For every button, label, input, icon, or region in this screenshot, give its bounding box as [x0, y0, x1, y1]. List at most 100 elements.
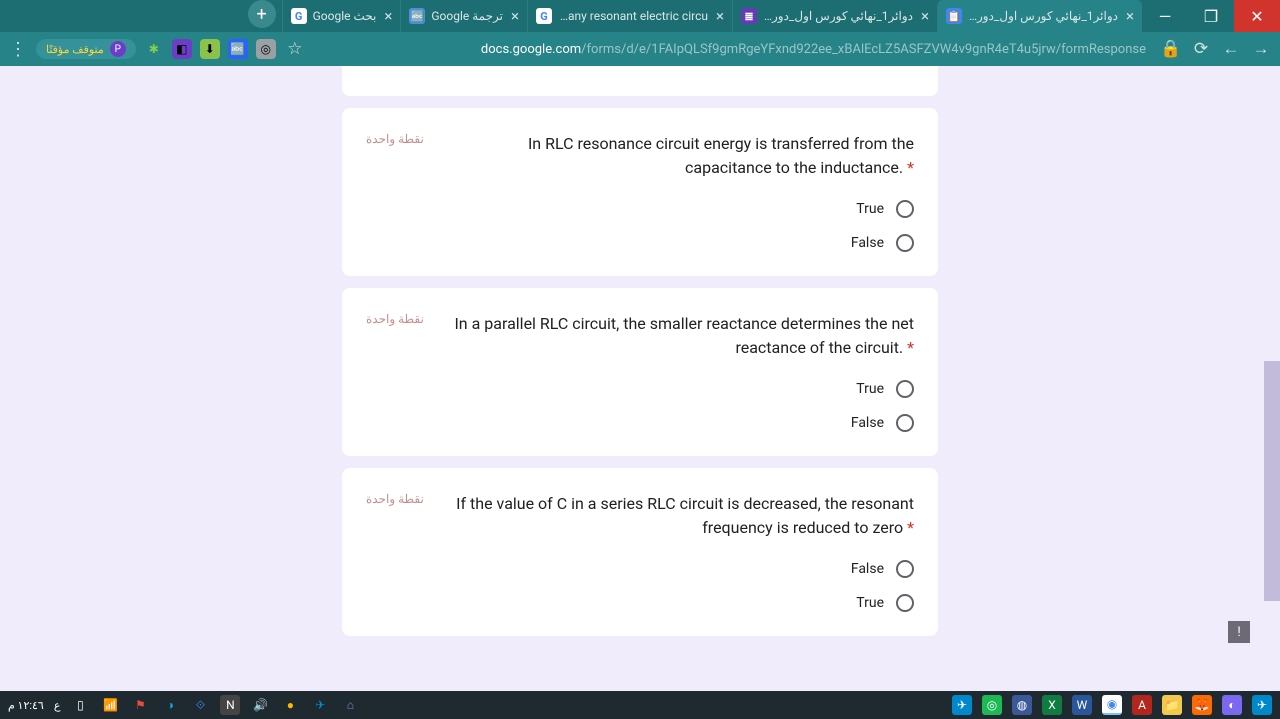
tab[interactable]: × ترجمة Google 🔤 [400, 0, 527, 32]
extension-icon[interactable]: 🔤 [228, 39, 248, 59]
window-maximize-button[interactable]: ❐ [1188, 0, 1234, 32]
question-card-partial [342, 66, 938, 96]
taskbar-app-icon[interactable]: ◐ [1222, 695, 1242, 715]
points-label: نقطة واحدة [366, 492, 424, 506]
profile-paused-pill[interactable]: P متوقف مؤقتًا [36, 39, 136, 59]
url-field[interactable]: docs.google.com/forms/d/e/1FAIpQLSf9gmRg… [314, 42, 1152, 57]
battery-icon[interactable]: ▯ [70, 695, 90, 715]
tray-icon[interactable]: ⚑ [130, 695, 150, 715]
radio-icon [896, 414, 914, 432]
tab-strip: × دوائر1_نهائي كورس اول_دور اول 📋 × دوائ… [0, 0, 1142, 32]
window-minimize-button[interactable]: — [1142, 0, 1188, 32]
option-label: False [851, 415, 884, 431]
taskbar-clock[interactable]: ١٢:٤٦ م [8, 699, 44, 712]
extension-icon[interactable]: ◎ [256, 39, 276, 59]
radio-option[interactable]: False [851, 560, 914, 578]
telegram-tray-icon[interactable]: ✈ [310, 695, 330, 715]
google-icon: G [291, 8, 307, 24]
scrollbar-thumb[interactable] [1264, 361, 1280, 601]
tab[interactable]: × بحث Google G [282, 0, 401, 32]
tab-title: At any resonant electric circu [558, 9, 708, 23]
points-label: نقطة واحدة [366, 312, 424, 326]
page-content: نقطة واحدة In RLC resonance circuit ener… [0, 66, 1280, 691]
nav-back-button[interactable]: → [1250, 39, 1272, 59]
reload-button[interactable]: ⟳ [1190, 39, 1212, 59]
os-taskbar: ✈ ◐ 🦊 📁 A ◉ W X ◍ ◎ ✈ ⌂ ✈ ● 🔊 N ⟐ ◑ ⚑ 📶 … [0, 691, 1280, 719]
network-icon[interactable]: 📶 [100, 695, 120, 715]
profile-avatar-icon: P [110, 41, 126, 57]
discord-icon[interactable]: ⌂ [340, 695, 360, 715]
taskbar-app-icon[interactable]: X [1042, 695, 1062, 715]
points-label: نقطة واحدة [366, 132, 424, 146]
tab-title: ترجمة Google [431, 9, 503, 23]
required-star-icon: * [907, 338, 914, 357]
volume-icon[interactable]: 🔊 [250, 695, 270, 715]
taskbar-app-icon[interactable]: A [1132, 695, 1152, 715]
option-label: True [856, 595, 884, 611]
option-label: False [851, 235, 884, 251]
required-star-icon: * [907, 158, 914, 177]
taskbar-app-icon[interactable]: 🦊 [1192, 695, 1212, 715]
question-text: In RLC resonance circuit energy is trans… [440, 132, 914, 180]
question-card: نقطة واحدة In a parallel RLC circuit, th… [342, 288, 938, 456]
report-problem-icon[interactable]: ! [1228, 621, 1250, 643]
radio-option[interactable]: True [856, 380, 914, 398]
bluetooth-icon[interactable]: ⟐ [190, 695, 210, 715]
tab-title: دوائر1_نهائي كورس اول_دور اول [763, 9, 913, 23]
extension-icon[interactable]: ⬇ [200, 39, 220, 59]
tab-close-icon[interactable]: × [384, 7, 392, 25]
tab-close-icon[interactable]: × [716, 7, 724, 25]
tray-icon[interactable]: N [220, 695, 240, 715]
tab-close-icon[interactable]: × [921, 7, 929, 25]
bookmark-star-button[interactable]: ☆ [284, 39, 306, 59]
question-card: نقطة واحدة If the value of C in a series… [342, 468, 938, 636]
window-controls: ✕ ❐ — [1142, 0, 1280, 32]
tab-close-icon[interactable]: × [1126, 7, 1134, 25]
tray-icon[interactable]: ● [280, 695, 300, 715]
tray-icon[interactable]: ◑ [160, 695, 180, 715]
url-host: docs.google.com [481, 42, 581, 57]
extension-icon[interactable]: ◧ [172, 39, 192, 59]
form-icon: ≣ [741, 8, 757, 24]
browser-menu-button[interactable]: ⋮ [8, 39, 28, 60]
taskbar-lang[interactable]: ع [54, 699, 61, 712]
tab-close-icon[interactable]: × [511, 7, 519, 25]
radio-option[interactable]: False [851, 414, 914, 432]
paused-label: متوقف مؤقتًا [46, 43, 104, 56]
tab[interactable]: × At any resonant electric circu G [527, 0, 732, 32]
radio-option[interactable]: True [856, 594, 914, 612]
question-text: If the value of C in a series RLC circui… [440, 492, 914, 540]
extension-tray: ◎ 🔤 ⬇ ◧ ✱ P متوقف مؤقتًا [36, 39, 276, 59]
question-text: In a parallel RLC circuit, the smaller r… [440, 312, 914, 360]
taskbar-app-icon[interactable]: ✈ [952, 695, 972, 715]
radio-icon [896, 200, 914, 218]
extensions-menu-icon[interactable]: ✱ [144, 39, 164, 59]
form-icon: 📋 [946, 8, 962, 24]
radio-option[interactable]: True [856, 200, 914, 218]
plus-icon: + [256, 4, 266, 25]
address-bar: → ← ⟳ 🔒 docs.google.com/forms/d/e/1FAIpQ… [0, 32, 1280, 66]
radio-icon [896, 560, 914, 578]
tab-active[interactable]: × دوائر1_نهائي كورس اول_دور اول 📋 [937, 0, 1142, 32]
nav-forward-button[interactable]: ← [1220, 39, 1242, 59]
tab-title: دوائر1_نهائي كورس اول_دور اول [968, 9, 1118, 23]
taskbar-app-icon[interactable]: ✈ [1252, 695, 1272, 715]
taskbar-chrome-icon[interactable]: ◉ [1102, 695, 1122, 715]
taskbar-app-icon[interactable]: 📁 [1162, 695, 1182, 715]
google-icon: G [536, 8, 552, 24]
option-label: True [856, 201, 884, 217]
minimize-icon: — [1159, 7, 1172, 26]
option-label: False [851, 561, 884, 577]
titlebar: ✕ ❐ — × دوائر1_نهائي كورس اول_دور اول 📋 … [0, 0, 1280, 32]
tab-title: بحث Google [313, 9, 377, 23]
taskbar-app-icon[interactable]: W [1072, 695, 1092, 715]
taskbar-app-icon[interactable]: ◎ [982, 695, 1002, 715]
tab[interactable]: × دوائر1_نهائي كورس اول_دور اول ≣ [732, 0, 937, 32]
radio-option[interactable]: False [851, 234, 914, 252]
radio-icon [896, 380, 914, 398]
translate-icon: 🔤 [409, 8, 425, 24]
taskbar-app-icon[interactable]: ◍ [1012, 695, 1032, 715]
window-close-button[interactable]: ✕ [1234, 0, 1280, 32]
lock-icon: 🔒 [1160, 39, 1182, 59]
new-tab-button[interactable]: + [248, 0, 276, 28]
